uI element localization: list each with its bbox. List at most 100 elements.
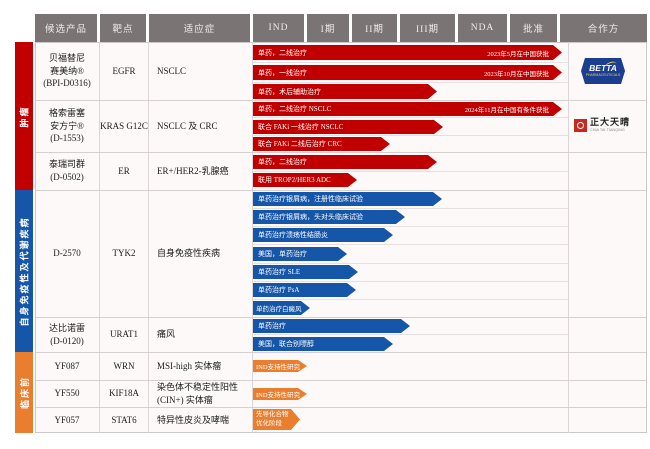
product-cell: 泰瑞司群 (D-0502)	[35, 152, 99, 190]
col-header-partner: 合作方	[560, 14, 647, 42]
pipeline-bar: 单药治疗 SLE	[253, 265, 358, 279]
pipeline-bar: 单药，二线治疗 2023年5月在中国获批	[253, 45, 562, 60]
pipeline-bar: 联用 TROP2/HER3 ADC	[253, 173, 357, 187]
indication-cell: MSI-high 实体瘤	[149, 352, 252, 380]
pipeline-bar: 单药治疗溃疡性结肠炎	[253, 228, 393, 242]
target-cell: EGFR	[100, 42, 148, 100]
bar-approval-label: 2023年5月在中国获批	[487, 48, 549, 58]
col-header-product: 候选产品	[35, 14, 97, 42]
col-header-approval: 批准	[510, 14, 557, 42]
product-cell: D-2570	[35, 190, 99, 317]
target-cell: KRAS G12C	[100, 100, 148, 152]
sub-grid-line	[253, 244, 568, 245]
product-cell: YF057	[35, 407, 99, 433]
bar-label: 单药治疗溃疡性结肠炎	[253, 230, 328, 240]
section-autoimmune: 自身免疫性及代谢疾病	[15, 190, 33, 352]
pipeline-bar: 联合 FAKi 二线后治疗 CRC	[253, 137, 390, 151]
pipeline-bar: 美国，联合别嘌醇	[253, 337, 393, 351]
sub-grid-line	[253, 208, 568, 209]
pipeline-bar: 单药，术后辅助治疗	[253, 84, 437, 99]
indication-cell: 特异性皮炎及哮喘	[149, 407, 252, 433]
sub-grid-line	[253, 226, 568, 227]
pipeline-bar: 美国，单药治疗	[253, 247, 347, 261]
bar-label: 美国，单药治疗	[253, 249, 307, 259]
indication-cell: NSCLC 及 CRC	[149, 100, 252, 152]
pipeline-bar: 单药，二线治疗 NSCLC 2024年11月在中国有条件获批	[253, 102, 562, 116]
indication-cell: NSCLC	[149, 42, 252, 100]
indication-cell: ER+/HER2-乳腺癌	[149, 152, 252, 190]
bar-label: 联合 FAKi 一线治疗 NSCLC	[253, 122, 343, 132]
chiatai-tianqing-mark-icon	[574, 119, 587, 132]
bar-label: 单药治疗 SLE	[253, 267, 300, 277]
col-header-nda: NDA	[458, 14, 507, 42]
target-cell: STAT6	[100, 407, 148, 433]
sub-grid-line	[253, 62, 568, 63]
sub-grid-line	[253, 281, 568, 282]
col-header-indication: 适应症	[149, 14, 250, 42]
target-cell: TYK2	[100, 190, 148, 317]
bar-label: 单药，二线治疗	[253, 48, 307, 58]
product-cell: YF550	[35, 380, 99, 407]
target-cell: WRN	[100, 352, 148, 380]
ring-icon	[577, 122, 584, 129]
target-cell: URAT1	[100, 317, 148, 352]
bar-label: 单药，术后辅助治疗	[253, 87, 321, 97]
sub-grid-line	[253, 263, 568, 264]
bar-label: 联合 FAKi 二线后治疗 CRC	[253, 139, 342, 149]
pipeline-bar: IND支持性研究	[253, 388, 307, 400]
pipeline-bar: 联合 FAKi 一线治疗 NSCLC	[253, 120, 443, 134]
chiatai-tianqing-logo: 正大天晴 CHIA TAI TIANQING	[574, 118, 630, 133]
product-cell: 达比诺雷 (D-0120)	[35, 317, 99, 352]
pipeline-bar: 单药治疗银屑病，注册性临床试验	[253, 192, 442, 206]
bar-approval-label: 2023年10月在中国获批	[484, 68, 549, 78]
pipeline-bar: 单药治疗 PsA	[253, 283, 356, 297]
bar-approval-label: 2024年11月在中国有条件获批	[465, 104, 549, 114]
sub-grid-line	[253, 135, 568, 136]
bar-label: 先导化合物 优化阶段	[253, 411, 289, 429]
sub-grid-line	[253, 117, 568, 118]
sub-grid-line	[253, 82, 568, 83]
product-cell: YF087	[35, 352, 99, 380]
chiatai-tianqing-en-text: CHIA TAI TIANQING	[590, 128, 630, 133]
bar-label: 单药治疗白癜风	[253, 303, 302, 313]
bar-label: 单药，二线治疗 NSCLC	[253, 104, 331, 114]
indication-cell: 自身免疫性疾病	[149, 190, 252, 317]
pipeline-bar: IND支持性研究	[253, 360, 307, 372]
section-label: 自身免疫性及代谢疾病	[18, 216, 31, 326]
bar-label: 单药，一线治疗	[253, 68, 307, 78]
indication-cell: 染色体不稳定性阳性 (CIN+) 实体瘤	[149, 380, 252, 407]
target-cell: ER	[100, 152, 148, 190]
bar-label: 单药，二线治疗	[253, 157, 307, 167]
pipeline-bar: 先导化合物 优化阶段	[253, 409, 300, 430]
pipeline-bar: 单药治疗银屑病，头对头临床试验	[253, 210, 405, 224]
bar-label: 联用 TROP2/HER3 ADC	[253, 175, 331, 185]
bar-label: 单药治疗银屑病，注册性临床试验	[253, 194, 363, 204]
col-header-target: 靶点	[100, 14, 146, 42]
section-oncology: 肿瘤	[15, 42, 33, 190]
target-cell: KIF18A	[100, 380, 148, 407]
col-header-phase3: III期	[400, 14, 455, 42]
bar-label: IND支持性研究	[253, 389, 300, 399]
section-preclinical: 临床前	[15, 352, 33, 433]
pipeline-bar: 单药治疗	[253, 319, 410, 333]
sub-grid-line	[253, 171, 568, 172]
product-cell: 贝福替尼 赛美纳® (BPI-D0316)	[35, 42, 99, 100]
col-header-ind: IND	[253, 14, 304, 42]
pipeline-chart: 候选产品 靶点 适应症 IND I期 II期 III期 NDA 批准 合作方 肿…	[0, 0, 650, 449]
chiatai-tianqing-cn-text: 正大天晴	[590, 118, 630, 128]
col-header-phase2: II期	[352, 14, 397, 42]
col-header-phase1: I期	[307, 14, 349, 42]
indication-cell: 痛风	[149, 317, 252, 352]
bar-label: 美国，联合别嘌醇	[253, 339, 314, 349]
section-label: 肿瘤	[18, 105, 31, 127]
bar-label: IND支持性研究	[253, 361, 300, 371]
pipeline-bar: 单药治疗白癜风	[253, 301, 310, 315]
bar-label: 单药治疗银屑病，头对头临床试验	[253, 212, 363, 222]
pipeline-bar: 单药，一线治疗 2023年10月在中国获批	[253, 65, 562, 80]
betta-pharmaceuticals-logo: BETTA PHARMACEUTICALS	[581, 58, 625, 84]
section-label: 临床前	[18, 376, 31, 409]
bar-label: 单药治疗 PsA	[253, 285, 299, 295]
product-cell: 格索雷塞 安方宁® (D-1553)	[35, 100, 99, 152]
sub-grid-line	[253, 299, 568, 300]
pipeline-bar: 单药，二线治疗	[253, 155, 437, 169]
